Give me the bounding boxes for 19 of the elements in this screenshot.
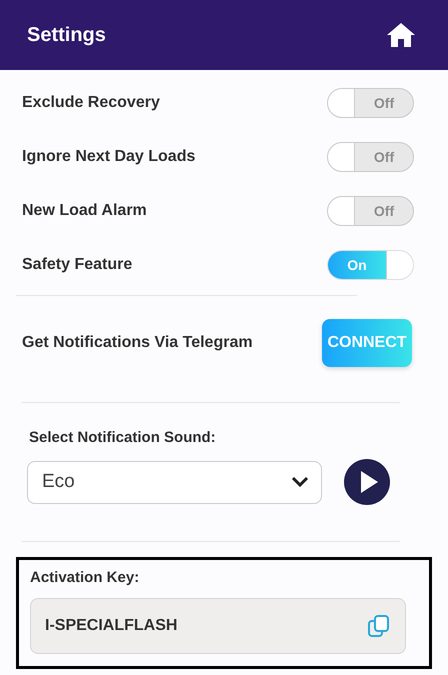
- play-button[interactable]: [344, 459, 390, 505]
- home-icon[interactable]: [386, 22, 416, 48]
- setting-label: Ignore Next Day Loads: [22, 148, 196, 166]
- sound-dropdown[interactable]: Eco: [27, 460, 322, 504]
- chevron-down-icon: [291, 476, 309, 488]
- toggle-switch[interactable]: Off: [327, 88, 414, 118]
- copy-icon[interactable]: [367, 614, 391, 638]
- telegram-label: Get Notifications Via Telegram: [22, 334, 253, 352]
- toggle-switch[interactable]: Off: [327, 142, 414, 172]
- setting-label: New Load Alarm: [22, 202, 147, 220]
- setting-label: Safety Feature: [22, 256, 132, 274]
- activation-label: Activation Key:: [30, 569, 140, 586]
- page-title: Settings: [27, 24, 106, 46]
- connect-button[interactable]: CONNECT: [322, 319, 412, 367]
- toggle-switch[interactable]: On: [327, 250, 414, 280]
- toggle-switch[interactable]: Off: [327, 196, 414, 226]
- setting-label: Exclude Recovery: [22, 94, 160, 112]
- sound-label: Select Notification Sound:: [28, 428, 217, 446]
- activation-key-field[interactable]: I-SPECIALFLASH: [30, 598, 406, 654]
